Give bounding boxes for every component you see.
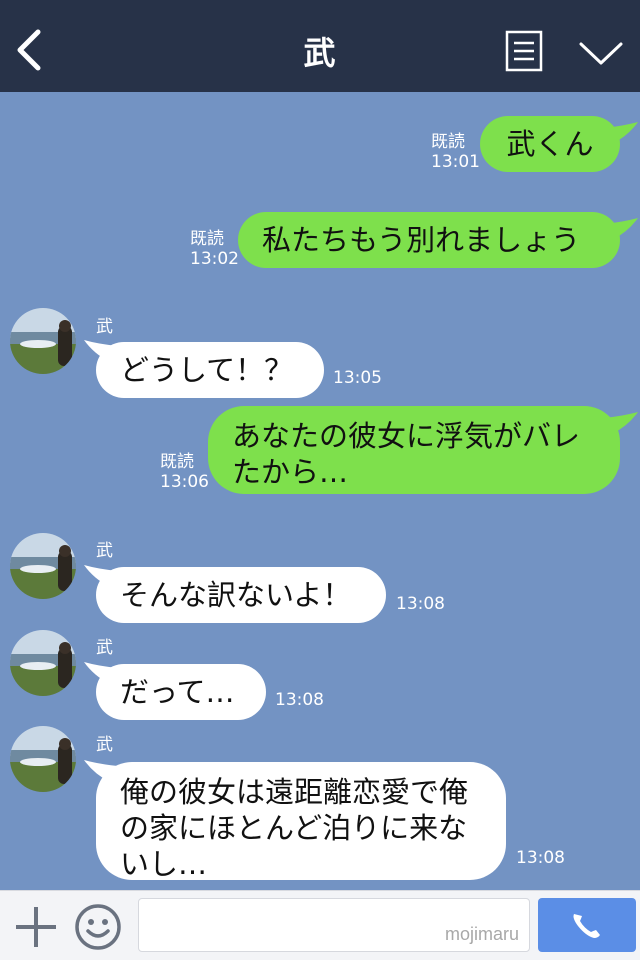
profile-photo — [10, 630, 76, 696]
message-text: どうして！？ — [120, 353, 294, 387]
sender-name: 武 — [96, 317, 113, 337]
incoming-bubble[interactable]: 俺の彼女は遠距離恋愛で俺 の家にほとんど泊りに来な いし… — [96, 762, 506, 881]
message-time: 13:05 — [333, 368, 382, 388]
message-text: 武くん — [506, 127, 594, 161]
menu-button[interactable] — [505, 30, 543, 72]
profile-photo — [10, 308, 76, 374]
message-meta: 既読 13:01 — [431, 132, 480, 172]
more-button[interactable] — [578, 38, 624, 68]
chat-header: 武 — [0, 0, 640, 92]
incoming-bubble[interactable]: だって… — [96, 664, 266, 720]
plus-icon — [16, 907, 56, 947]
chat-title: 武 — [303, 34, 337, 72]
call-button[interactable] — [538, 898, 636, 952]
add-button[interactable] — [14, 905, 58, 949]
bubble-tail — [604, 218, 638, 240]
avatar[interactable] — [10, 726, 76, 792]
avatar[interactable] — [10, 630, 76, 696]
outgoing-bubble[interactable]: あなたの彼女に浮気がバレ たから… — [208, 406, 620, 494]
watermark: mojimaru — [444, 924, 519, 944]
read-receipt: 既読 — [431, 132, 465, 152]
message-meta: 既読 13:02 — [190, 229, 239, 269]
smile-icon — [75, 904, 121, 950]
message-text: だって… — [120, 675, 235, 709]
message-text: 私たちもう別れましょう — [262, 223, 581, 257]
message-time: 13:08 — [396, 594, 445, 614]
sender-name: 武 — [96, 638, 113, 658]
sender-name: 武 — [96, 735, 113, 755]
outgoing-bubble[interactable]: 武くん — [480, 116, 620, 172]
message-text: 俺の彼女は遠距離恋愛で俺 の家にほとんど泊りに来な いし… — [120, 775, 469, 881]
message-time: 13:08 — [275, 690, 324, 710]
profile-photo — [10, 533, 76, 599]
outgoing-bubble[interactable]: 私たちもう別れましょう — [238, 212, 620, 268]
chevron-down-icon — [579, 42, 623, 65]
list-icon — [505, 30, 543, 72]
message-time: 13:08 — [516, 848, 565, 868]
read-receipt: 既読 — [190, 229, 224, 249]
phone-icon — [573, 914, 600, 938]
message-meta: 既読 13:06 — [160, 452, 209, 492]
message-time: 13:06 — [160, 472, 209, 492]
bubble-tail — [604, 122, 638, 144]
profile-photo — [10, 726, 76, 792]
message-text: あなたの彼女に浮気がバレ たから… — [232, 419, 581, 489]
sender-name: 武 — [96, 541, 113, 561]
emoji-button[interactable] — [74, 903, 122, 951]
avatar[interactable] — [10, 308, 76, 374]
message-time: 13:01 — [431, 152, 480, 172]
read-receipt: 既読 — [160, 452, 194, 472]
message-input[interactable]: mojimaru — [138, 898, 530, 952]
avatar[interactable] — [10, 533, 76, 599]
message-time: 13:02 — [190, 249, 239, 269]
message-list[interactable]: 既読 13:01 武くん 既読 13:02 私たちもう別れましょう 武 どうして… — [0, 92, 640, 890]
input-bar: mojimaru — [0, 890, 640, 960]
incoming-bubble[interactable]: どうして！？ — [96, 342, 324, 398]
bubble-tail — [604, 412, 638, 434]
incoming-bubble[interactable]: そんな訳ないよ！ — [96, 567, 386, 623]
message-text: そんな訳ないよ！ — [120, 578, 352, 612]
